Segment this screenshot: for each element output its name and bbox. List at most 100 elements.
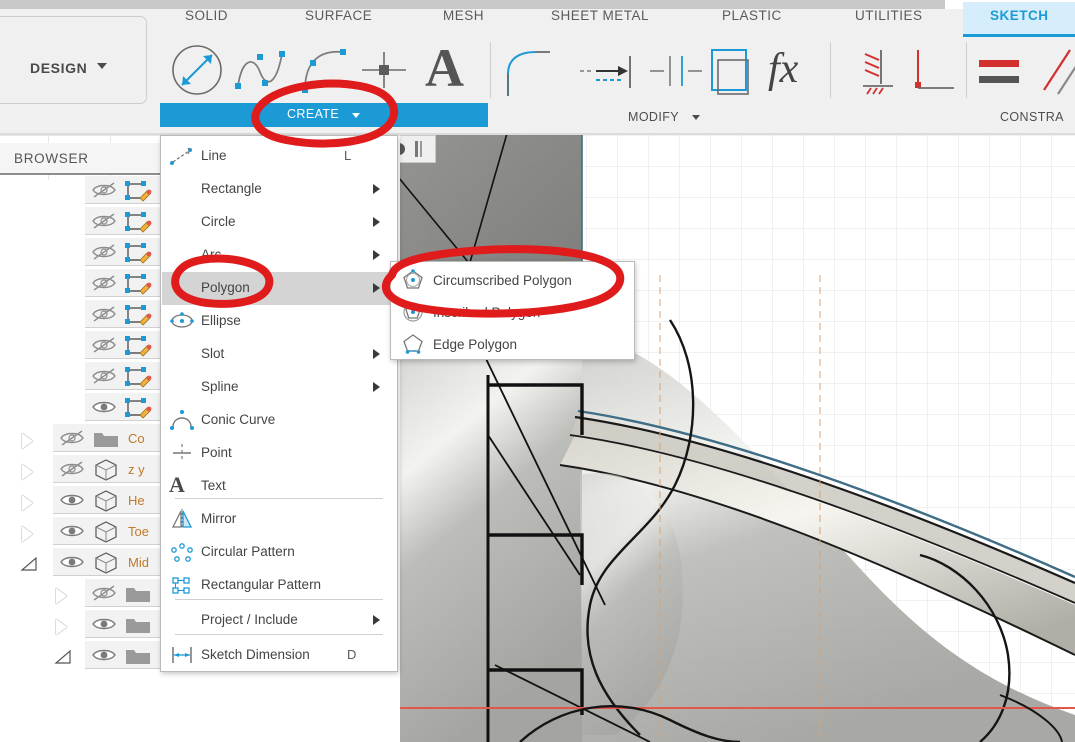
menu-item-line[interactable]: [162, 140, 398, 173]
menu-label-polygon: Polygon: [201, 280, 250, 295]
trim-icon[interactable]: [578, 50, 642, 92]
viewport-navigation-widget[interactable]: [400, 135, 436, 163]
menu-label-circular-pattern: Circular Pattern: [201, 544, 295, 559]
conic-curve-icon: [170, 410, 194, 430]
expand-arrow-icon[interactable]: [22, 526, 33, 542]
circular-pattern-icon: [171, 543, 193, 562]
sketch-icon[interactable]: [124, 397, 152, 419]
change-parameters-icon[interactable]: fx: [768, 44, 798, 94]
create-panel-chevron-icon: [352, 113, 360, 118]
menu-item-conic-curve[interactable]: [162, 404, 398, 437]
eye-visible-icon[interactable]: [92, 399, 116, 415]
eye-visible-icon[interactable]: [60, 554, 84, 570]
folder-icon: [94, 433, 118, 447]
tree-label: Co: [128, 431, 145, 446]
fillet-icon[interactable]: [502, 44, 556, 100]
folder-icon: [126, 588, 150, 602]
expand-arrow-icon[interactable]: [56, 619, 67, 635]
menu-label-line: Line: [201, 148, 227, 163]
tab-sheet-metal[interactable]: SHEET METAL: [551, 8, 649, 23]
menu-item-point[interactable]: [162, 437, 398, 470]
eye-visible-icon[interactable]: [92, 616, 116, 632]
text-icon[interactable]: A: [425, 41, 464, 95]
modify-panel-label[interactable]: MODIFY: [628, 110, 679, 124]
submenu-arrow-icon: [373, 615, 380, 625]
menu-item-slot[interactable]: [162, 338, 398, 371]
workspace-label: DESIGN: [30, 60, 88, 76]
body-icon: [95, 552, 117, 574]
sketch-scale-icon[interactable]: [855, 44, 901, 100]
sketch-icon[interactable]: [124, 273, 152, 295]
menu-label-conic-curve: Conic Curve: [201, 412, 276, 427]
expand-arrow-icon[interactable]: [56, 588, 67, 604]
folder-icon: [126, 650, 150, 664]
eye-hidden-icon[interactable]: [92, 585, 116, 601]
expand-arrow-icon[interactable]: [22, 495, 33, 511]
menu-item-mirror[interactable]: [162, 503, 398, 536]
create-dropdown-menu[interactable]: Line L Rectangle Circle Arc Polygon Elli…: [160, 135, 398, 672]
eye-hidden-icon[interactable]: [92, 337, 116, 353]
menu-separator: [175, 634, 383, 635]
tab-plastic[interactable]: PLASTIC: [722, 8, 782, 23]
eye-hidden-icon[interactable]: [92, 275, 116, 291]
sketch-icon[interactable]: [124, 211, 152, 233]
eye-visible-icon[interactable]: [60, 492, 84, 508]
eye-hidden-icon[interactable]: [92, 306, 116, 322]
eye-hidden-icon[interactable]: [60, 461, 84, 477]
eye-hidden-icon[interactable]: [60, 430, 84, 446]
sketch-icon[interactable]: [124, 242, 152, 264]
point-icon: [173, 444, 191, 462]
collapse-arrow-icon[interactable]: [54, 649, 72, 667]
sketch-icon[interactable]: [124, 366, 152, 388]
eye-hidden-icon[interactable]: [92, 368, 116, 384]
menu-label-spline: Spline: [201, 379, 239, 394]
measure-icon[interactable]: [908, 44, 960, 100]
equal-constraint-icon[interactable]: [975, 52, 1031, 92]
menu-item-spline[interactable]: [162, 371, 398, 404]
eye-hidden-icon[interactable]: [92, 244, 116, 260]
submenu-arrow-icon: [373, 283, 380, 293]
parallel-constraint-icon[interactable]: [1040, 44, 1075, 100]
eye-visible-icon[interactable]: [92, 647, 116, 663]
dimension-icon: [172, 647, 192, 663]
menu-label-rectangular-pattern: Rectangular Pattern: [201, 577, 322, 592]
point-icon[interactable]: [358, 48, 410, 92]
sketch-icon[interactable]: [124, 304, 152, 326]
menu-item-polygon[interactable]: [162, 272, 398, 305]
circle-diameter-icon[interactable]: [169, 42, 225, 98]
panel-separator-3: [966, 42, 967, 98]
tab-mesh[interactable]: MESH: [443, 8, 484, 23]
sketch-icon[interactable]: [124, 335, 152, 357]
eye-hidden-icon[interactable]: [92, 182, 116, 198]
offset-icon[interactable]: [706, 44, 758, 100]
tree-label: He: [128, 493, 145, 508]
create-panel-label: CREATE: [287, 107, 340, 121]
3d-viewport[interactable]: [400, 135, 1075, 742]
spline-icon[interactable]: [232, 42, 296, 98]
menu-item-circle[interactable]: [162, 206, 398, 239]
collapse-arrow-icon[interactable]: [20, 556, 38, 574]
arc-icon[interactable]: [297, 42, 355, 98]
tab-sketch-underline: [963, 34, 1075, 37]
polygon-submenu[interactable]: Circumscribed Polygon Inscribed Polygon …: [390, 261, 635, 360]
tab-sketch[interactable]: SKETCH: [990, 8, 1049, 23]
sketch-icon[interactable]: [124, 180, 152, 202]
tab-solid[interactable]: SOLID: [185, 8, 228, 23]
tab-surface[interactable]: SURFACE: [305, 8, 372, 23]
eye-visible-icon[interactable]: [60, 523, 84, 539]
expand-arrow-icon[interactable]: [22, 433, 33, 449]
body-icon: [95, 459, 117, 481]
menu-label-project-include: Project / Include: [201, 612, 298, 627]
constraints-panel-label[interactable]: CONSTRA: [1000, 110, 1064, 124]
menu-item-arc[interactable]: [162, 239, 398, 272]
rectangular-pattern-icon: [172, 577, 190, 594]
menu-item-ellipse[interactable]: [162, 305, 398, 338]
tree-label: z y: [128, 462, 145, 477]
break-icon[interactable]: [648, 50, 706, 92]
menu-item-rectangle[interactable]: [162, 173, 398, 206]
menu-label-text: Text: [201, 478, 226, 493]
eye-hidden-icon[interactable]: [92, 213, 116, 229]
edge-polygon-icon: [403, 334, 423, 354]
tab-utilities[interactable]: UTILITIES: [855, 8, 923, 23]
expand-arrow-icon[interactable]: [22, 464, 33, 480]
